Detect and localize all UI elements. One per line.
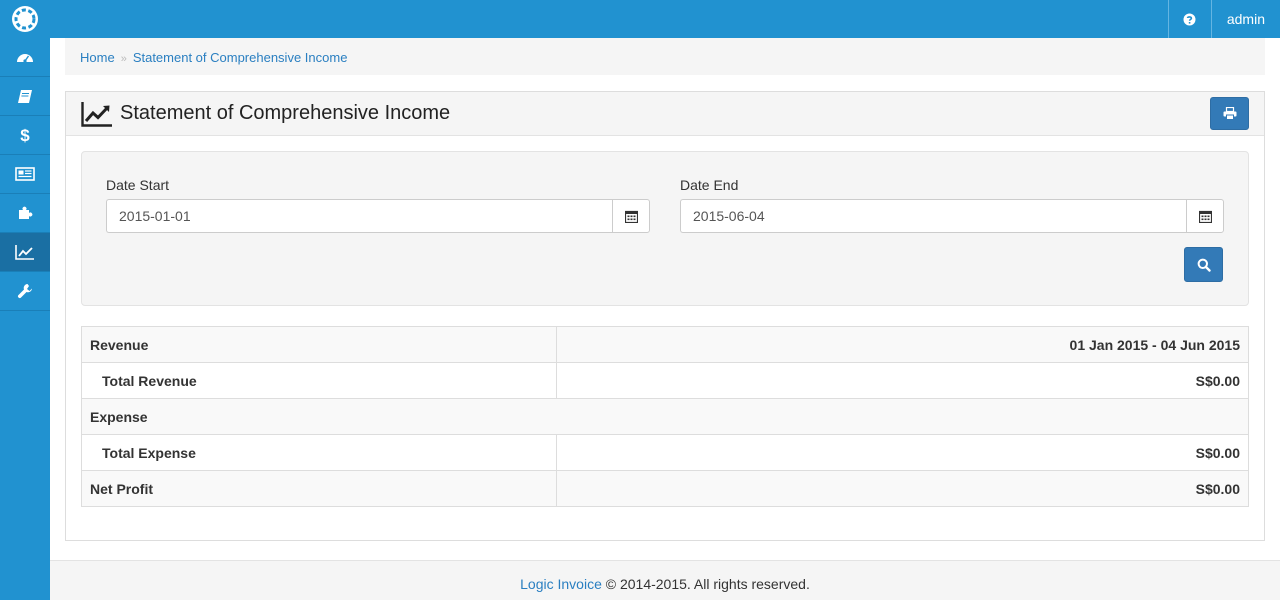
total-expense-value: S$0.00	[556, 434, 1249, 471]
date-end-calendar-button[interactable]	[1186, 199, 1224, 233]
book-icon	[18, 89, 32, 103]
sidebar-item-reports[interactable]	[0, 233, 50, 272]
report-period: 01 Jan 2015 - 04 Jun 2015	[556, 326, 1249, 363]
puzzle-icon	[19, 206, 33, 219]
newspaper-icon	[15, 167, 35, 181]
panel-heading: Statement of Comprehensive Income	[66, 92, 1264, 136]
line-chart-icon	[81, 101, 113, 130]
search-button[interactable]	[1184, 247, 1223, 282]
line-chart-icon	[15, 245, 34, 260]
date-end-label: Date End	[680, 177, 739, 193]
total-revenue-value: S$0.00	[556, 362, 1249, 399]
net-profit-value: S$0.00	[556, 470, 1249, 507]
help-button[interactable]	[1167, 0, 1211, 38]
table-row: Net Profit S$0.00	[81, 470, 1249, 507]
footer-brand-link[interactable]: Logic Invoice	[520, 576, 602, 592]
date-start-label: Date Start	[106, 177, 170, 193]
table-row: Total Expense S$0.00	[81, 434, 1249, 471]
user-menu[interactable]: admin	[1210, 0, 1280, 38]
table-row: Total Revenue S$0.00	[81, 362, 1249, 399]
report-panel: Statement of Comprehensive Income Date S…	[65, 91, 1265, 541]
total-revenue-label: Total Revenue	[81, 362, 557, 399]
total-expense-label: Total Expense	[81, 434, 557, 471]
date-end-input[interactable]	[680, 199, 1186, 233]
user-name: admin	[1226, 11, 1265, 27]
wrench-icon	[17, 284, 32, 299]
revenue-heading: Revenue	[81, 326, 557, 363]
question-circle-icon	[1183, 13, 1196, 25]
svg-text:$: $	[20, 126, 30, 144]
sidebar: $	[0, 38, 50, 600]
print-button[interactable]	[1210, 97, 1249, 130]
sidebar-item-dashboard[interactable]	[0, 38, 50, 77]
income-statement-table: Revenue 01 Jan 2015 - 04 Jun 2015 Total …	[81, 326, 1249, 507]
calendar-icon	[624, 210, 638, 223]
main-content: Home » Statement of Comprehensive Income S…	[50, 38, 1280, 600]
breadcrumb-current[interactable]: Statement of Comprehensive Income	[133, 50, 348, 65]
top-navbar: admin	[0, 0, 1280, 38]
expense-heading: Expense	[81, 398, 1249, 435]
table-row: Expense	[81, 398, 1249, 435]
date-start-input[interactable]	[106, 199, 612, 233]
footer: Logic Invoice © 2014-2015. All rights re…	[50, 560, 1280, 600]
search-icon	[1197, 258, 1211, 272]
sidebar-item-book[interactable]	[0, 77, 50, 116]
sidebar-item-invoices[interactable]	[0, 155, 50, 194]
net-profit-label: Net Profit	[81, 470, 557, 507]
breadcrumb-separator: »	[120, 53, 127, 65]
table-row: Revenue 01 Jan 2015 - 04 Jun 2015	[81, 326, 1249, 363]
sidebar-item-settings[interactable]	[0, 272, 50, 311]
breadcrumb: Home » Statement of Comprehensive Income	[65, 38, 1265, 75]
calendar-icon	[1198, 210, 1212, 223]
date-end-group	[680, 199, 1224, 233]
date-start-group	[106, 199, 650, 233]
sidebar-item-payments[interactable]: $	[0, 116, 50, 155]
date-start-calendar-button[interactable]	[612, 199, 650, 233]
print-icon	[1223, 107, 1236, 120]
dashboard-icon	[17, 54, 33, 63]
sidebar-item-extensions[interactable]	[0, 194, 50, 233]
logo-icon[interactable]	[10, 4, 40, 34]
breadcrumb-home[interactable]: Home	[80, 50, 115, 65]
filter-form: Date Start Date End	[81, 151, 1249, 306]
page-title: Statement of Comprehensive Income	[120, 102, 451, 124]
footer-copyright: © 2014-2015. All rights reserved.	[601, 576, 810, 592]
dollar-icon: $	[20, 126, 30, 144]
